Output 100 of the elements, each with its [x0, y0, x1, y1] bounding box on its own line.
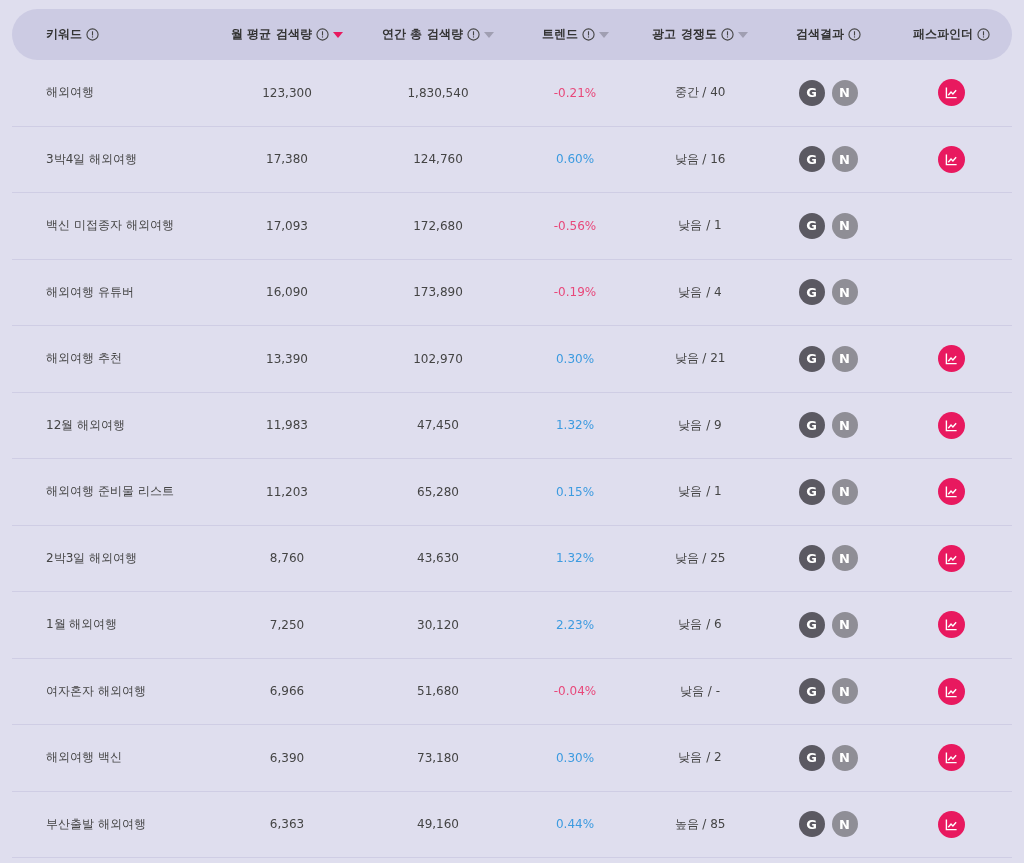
trend-value: -0.19% — [553, 285, 597, 300]
table-cell: 낮음 / - — [680, 682, 720, 700]
table-cell: 낮음 / 1 — [678, 217, 722, 235]
keyword-cell: 1월 해외여행 — [46, 616, 118, 634]
table-cell: 낮음 / 9 — [678, 416, 722, 434]
trend-value: 0.30% — [555, 351, 595, 366]
search-result-link[interactable]: G — [798, 212, 825, 239]
column-header: 키워드 — [46, 26, 82, 43]
table-cell: 낮음 / 25 — [674, 549, 726, 567]
search-result-link[interactable]: G — [798, 744, 825, 771]
keyword-cell: 해외여행 준비물 리스트 — [46, 483, 174, 501]
pathfinder-button[interactable] — [937, 677, 965, 705]
table-cell: 낮음 / 16 — [674, 150, 726, 168]
line-chart-icon — [944, 86, 958, 100]
line-chart-icon — [944, 418, 958, 432]
info-icon[interactable] — [315, 28, 329, 41]
search-result-link[interactable]: G — [798, 811, 825, 838]
search-result-link[interactable]: G — [798, 678, 825, 705]
search-result-link[interactable]: G — [798, 146, 825, 173]
column-header: 패스파인더 — [912, 26, 973, 43]
table-cell: 6,363 — [269, 817, 305, 832]
table-cell: 49,160 — [417, 817, 459, 832]
trend-value: 2.23% — [555, 617, 595, 632]
info-icon[interactable] — [976, 28, 990, 41]
table-cell: 8,760 — [269, 551, 305, 566]
pathfinder-button[interactable] — [937, 79, 965, 107]
keyword-cell: 해외여행 백신 — [46, 749, 122, 767]
table-cell: 30,120 — [417, 617, 459, 632]
keyword-cell: 해외여행 추천 — [46, 350, 122, 368]
keyword-cell: 해외여행 유튜버 — [46, 283, 134, 301]
trend-value: 0.15% — [555, 484, 595, 499]
search-result-link[interactable]: G — [798, 478, 825, 505]
column-header: 광고 경쟁도 — [652, 26, 717, 43]
table-cell: 11,203 — [266, 484, 308, 499]
pathfinder-button[interactable] — [937, 145, 965, 173]
table-cell: 17,093 — [266, 218, 308, 233]
trend-value: 0.30% — [555, 750, 595, 765]
info-icon[interactable] — [847, 28, 861, 41]
search-result-link[interactable]: G — [798, 545, 825, 572]
table-cell: 낮음 / 1 — [678, 483, 722, 501]
table-cell: 102,970 — [413, 351, 463, 366]
keyword-cell: 12월 해외여행 — [46, 416, 126, 434]
search-result-link[interactable]: G — [798, 345, 825, 372]
table-cell: 낮음 / 4 — [678, 283, 722, 301]
line-chart-icon — [944, 352, 958, 366]
keyword-cell: 2박3일 해외여행 — [46, 549, 138, 567]
keyword-cell: 백신 미접종자 해외여행 — [46, 217, 174, 235]
pathfinder-button[interactable] — [937, 611, 965, 639]
pathfinder-button[interactable] — [937, 544, 965, 572]
search-result-link[interactable]: G — [798, 412, 825, 439]
table-cell: 65,280 — [417, 484, 459, 499]
table-cell: 73,180 — [417, 750, 459, 765]
search-result-link[interactable]: G — [798, 79, 825, 106]
table-cell: 173,890 — [413, 285, 463, 300]
pathfinder-button[interactable] — [937, 478, 965, 506]
table-cell: 16,090 — [266, 285, 308, 300]
pathfinder-button[interactable] — [937, 411, 965, 439]
trend-value: 1.32% — [555, 418, 595, 433]
trend-value: 0.44% — [555, 817, 595, 832]
info-icon[interactable] — [720, 28, 734, 41]
trend-value: 1.32% — [555, 551, 595, 566]
column-header: 월 평균 검색량 — [231, 26, 312, 43]
info-icon[interactable] — [581, 28, 595, 41]
column-header: 연간 총 검색량 — [382, 26, 463, 43]
line-chart-icon — [944, 751, 958, 765]
table-cell: 124,760 — [413, 152, 463, 167]
table-cell: 7,250 — [269, 617, 305, 632]
trend-value: -0.04% — [553, 684, 597, 699]
search-result-link[interactable]: G — [798, 279, 825, 306]
keyword-cell: 해외여행 — [46, 84, 94, 102]
table-cell: 11,983 — [266, 418, 308, 433]
info-icon[interactable] — [86, 28, 99, 41]
sort-arrow-icon[interactable] — [332, 31, 343, 38]
trend-value: -0.56% — [553, 218, 597, 233]
line-chart-icon — [944, 684, 958, 698]
keyword-cell: 여자혼자 해외여행 — [46, 682, 146, 700]
pathfinder-button[interactable] — [937, 744, 965, 772]
table-cell: 123,300 — [262, 85, 312, 100]
table-cell: 6,390 — [269, 750, 305, 765]
table-cell: 중간 / 40 — [674, 84, 726, 102]
table-cell: 43,630 — [417, 551, 459, 566]
table-cell: 높음 / 85 — [674, 815, 726, 833]
table-cell: 51,680 — [417, 684, 459, 699]
keyword-cell: 3박4일 해외여행 — [46, 150, 138, 168]
table-cell: 낮음 / 6 — [678, 616, 722, 634]
column-header: 검색결과 — [795, 26, 844, 43]
table-cell: 47,450 — [417, 418, 459, 433]
column-header: 트렌드 — [541, 26, 578, 43]
pathfinder-button[interactable] — [937, 810, 965, 838]
trend-value: 0.60% — [555, 152, 595, 167]
line-chart-icon — [944, 485, 958, 499]
line-chart-icon — [944, 817, 958, 831]
trend-value: -0.21% — [553, 85, 597, 100]
table-cell: 낮음 / 2 — [678, 749, 722, 767]
info-icon[interactable] — [466, 28, 480, 41]
pathfinder-button[interactable] — [937, 345, 965, 373]
line-chart-icon — [944, 618, 958, 632]
search-result-link[interactable]: G — [798, 611, 825, 638]
table-cell: 17,380 — [266, 152, 308, 167]
table-cell: 1,830,540 — [407, 85, 469, 100]
